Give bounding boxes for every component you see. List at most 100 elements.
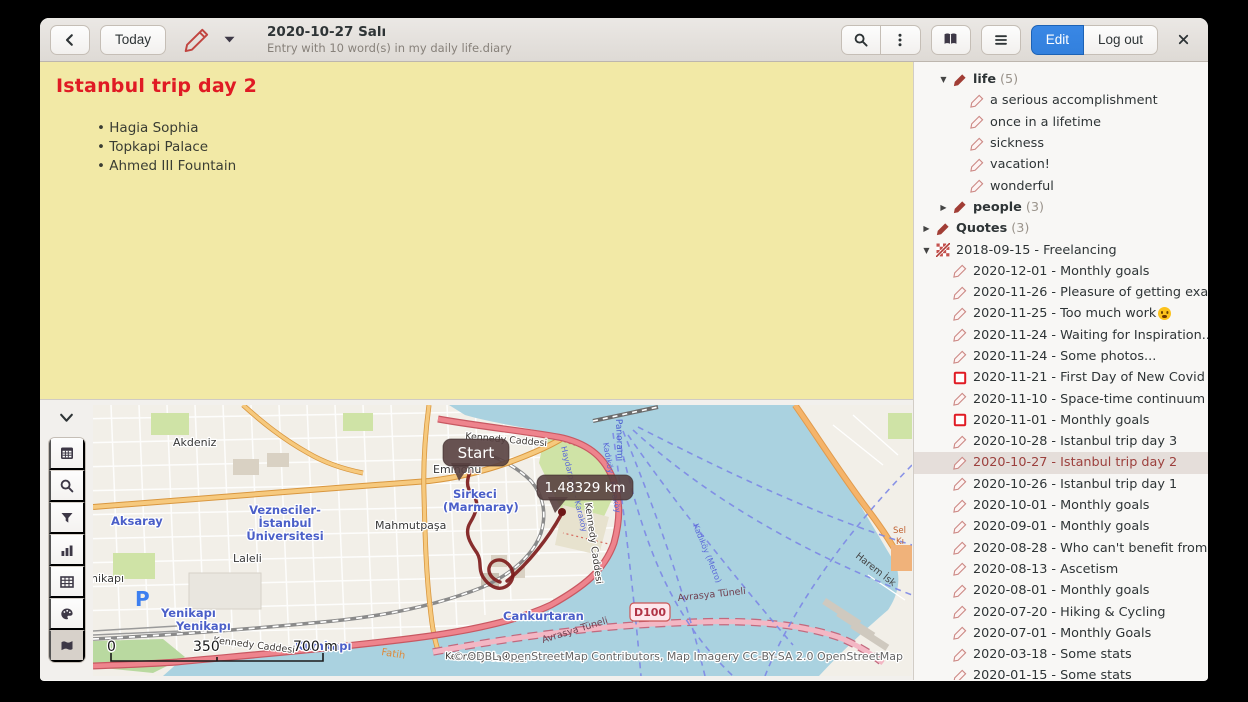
sidebar-row-label: once in a lifetime [990,115,1101,130]
entry-icon [970,137,985,151]
sidebar-row-label: 2020-03-18 - Some stats [973,647,1132,662]
entry-icon [953,584,968,598]
sidebar-row[interactable]: 2020-11-10 - Space-time continuum [914,388,1208,409]
sidebar-row[interactable]: 2020-07-20 - Hiking & Cycling [914,601,1208,622]
entry-options-kebab-button[interactable] [881,25,921,55]
logout-button[interactable]: Log out [1084,25,1158,55]
sidebar-row[interactable]: wonderful [914,175,1208,196]
sidebar-row-label: vacation! [990,157,1050,172]
sidebar-row-label: 2020-07-20 - Hiking & Cycling [973,605,1166,620]
window-close-button[interactable] [1168,25,1198,55]
entry-icon [953,435,968,449]
sidebar-tree: ▼life(5) a serious accomplishment once in … [914,62,1208,680]
entry-icon [953,648,968,662]
sidebar-row[interactable]: 2020-10-26 - Istanbul trip day 1 [914,474,1208,495]
square-icon [953,371,968,385]
tag-icon [953,200,968,214]
sidebar-row[interactable]: a serious accomplishment [914,90,1208,111]
tag-icon [936,222,951,236]
expander-right-icon[interactable]: ▶ [937,203,950,212]
sidebar-row[interactable]: sickness [914,133,1208,154]
sidebar-row[interactable]: vacation! [914,154,1208,175]
map-toolbar-calendar-button[interactable] [49,438,85,470]
entry-icon [953,328,968,342]
edit-button[interactable]: Edit [1031,25,1084,55]
map-label-sirkeci: Sirkeci [453,487,497,501]
sidebar-row-label: Quotes [956,221,1007,236]
entry-subtitle: Entry with 10 word(s) in my daily life.d… [267,41,512,55]
sidebar-row-label: 2020-10-27 - Istanbul trip day 2 [973,455,1177,470]
map-canvas[interactable]: Akdeniz Aksaray Vezneciler- İstanbul Üni… [93,405,912,676]
map-toolbar-table-button[interactable] [49,566,85,598]
sidebar-row-label: a serious accomplishment [990,93,1158,108]
headerbar: Today 2020-10-27 Salı Entry with 10 wor [40,18,1208,62]
sidebar-row[interactable]: ▼2018-09-15 - Freelancing [914,239,1208,260]
sidebar-row[interactable]: 2020-11-01 - Monthly goals [914,410,1208,431]
sidebar-row-label: 2020-11-10 - Space-time continuum [973,392,1205,407]
map-toolbar-chart-button[interactable] [49,534,85,566]
expander-down-icon[interactable]: ▼ [920,246,933,255]
main-menu-button[interactable] [981,25,1021,55]
map-label-cankurtaran: Cankurtaran [503,609,584,623]
main-area: Istanbul trip day 2 Hagia SophiaTopkapi … [40,62,1208,680]
diary-icon [936,243,951,257]
dizzy-face-emoji [1158,307,1171,320]
sidebar-row[interactable]: 2020-08-28 - Who can't benefit from ... [914,538,1208,559]
sidebar-row[interactable]: 2020-10-28 - Istanbul trip day 3 [914,431,1208,452]
sidebar-row[interactable]: 2020-10-27 - Istanbul trip day 2 [914,452,1208,473]
bookmarks-button[interactable] [931,25,971,55]
sidebar-row[interactable]: once in a lifetime [914,112,1208,133]
entry-editor[interactable]: Istanbul trip day 2 Hagia SophiaTopkapi … [40,62,913,399]
expander-down-icon[interactable]: ▼ [937,75,950,84]
entry-icon [953,264,968,278]
sidebar-row[interactable]: 2020-11-26 - Pleasure of getting exac... [914,282,1208,303]
sidebar-row[interactable]: 2020-10-01 - Monthly goals [914,495,1208,516]
sidebar-row[interactable]: ▶Quotes(3) [914,218,1208,239]
today-button[interactable]: Today [100,25,166,55]
entry-icon [970,179,985,193]
map-label-panorami: Panorami [613,419,624,462]
svg-text:0: 0 [107,639,116,655]
map-view[interactable]: Akdeniz Aksaray Vezneciler- İstanbul Üni… [93,405,912,676]
sidebar-row[interactable]: 2020-11-24 - Waiting for Inspiration... [914,325,1208,346]
sidebar-row-label: 2020-12-01 - Monthly goals [973,264,1149,279]
svg-text:1.48329 km: 1.48329 km [544,480,625,496]
entry-pencil-menubutton[interactable] [176,23,241,57]
sidebar-row[interactable]: 2020-12-01 - Monthly goals [914,261,1208,282]
sidebar-row[interactable]: 2020-09-01 - Monthly goals [914,516,1208,537]
entry-date-title: 2020-10-27 Salı [267,24,512,41]
sidebar-row[interactable]: 2020-08-01 - Monthly goals [914,580,1208,601]
sidebar-row[interactable]: ▼life(5) [914,69,1208,90]
sidebar-row[interactable]: 2020-08-13 - Ascetism [914,559,1208,580]
sidebar-row-label: 2020-10-01 - Monthly goals [973,498,1149,513]
sidebar-row[interactable]: 2020-11-25 - Too much work [914,303,1208,324]
back-button[interactable] [50,25,90,55]
entry-icon [953,350,968,364]
expander-right-icon[interactable]: ▶ [920,224,933,233]
sidebar-row[interactable]: 2020-11-24 - Some photos... [914,346,1208,367]
map-label-akdeniz: Akdeniz [173,436,217,449]
sidebar-row-label: wonderful [990,179,1054,194]
map-toolbar-map-button[interactable] [49,630,85,662]
sidebar-row[interactable]: 2020-01-15 - Some stats [914,665,1208,680]
tag-icon [953,73,968,87]
sidebar-row[interactable]: 2020-07-01 - Monthly Goals [914,623,1208,644]
map-panel-collapse-button[interactable] [50,406,84,430]
entry-icon [953,286,968,300]
sidebar-row[interactable]: 2020-03-18 - Some stats [914,644,1208,665]
map-toolbar-search-button[interactable] [49,470,85,502]
desktop-background: Today 2020-10-27 Salı Entry with 10 wor [0,0,1248,702]
map-toolbar-theme-button[interactable] [49,598,85,630]
entry-icon [953,456,968,470]
entry-bullet-item: Hagia Sophia [97,119,913,138]
map-toolbar-filter-button[interactable] [49,502,85,534]
entry-pencil-icon [182,25,212,55]
sidebar-row[interactable]: 2020-11-21 - First Day of New Covid R... [914,367,1208,388]
map-label-ki: Kı [896,537,904,547]
sidebar-row-label: 2020-07-01 - Monthly Goals [973,626,1151,641]
tag-count: (5) [1000,72,1018,87]
map-label-laleli: Laleli [233,552,262,565]
entry-icon [970,115,985,129]
search-button[interactable] [841,25,881,55]
sidebar-row[interactable]: ▶people(3) [914,197,1208,218]
